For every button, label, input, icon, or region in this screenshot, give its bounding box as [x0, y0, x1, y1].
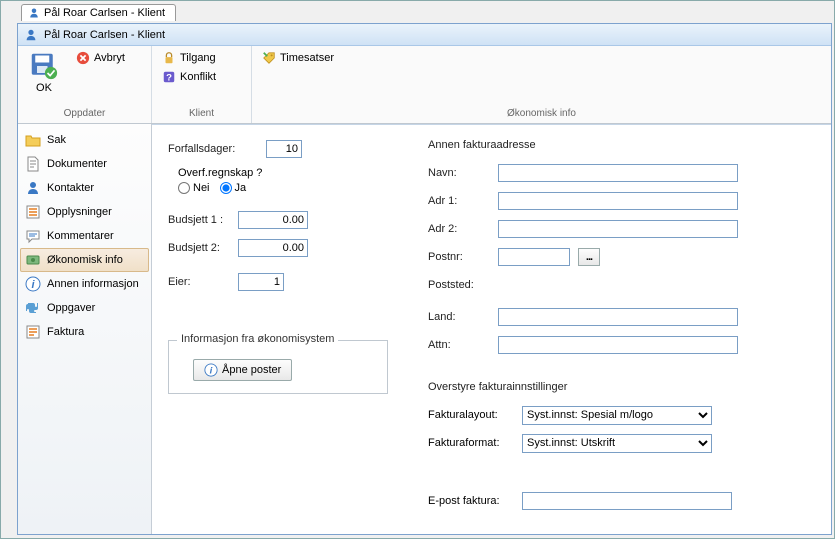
folder-icon — [25, 132, 41, 148]
navn-input[interactable] — [498, 164, 738, 182]
land-input[interactable] — [498, 308, 738, 326]
apne-poster-label: Åpne poster — [222, 364, 281, 376]
navn-label: Navn: — [428, 167, 490, 179]
overf-label: Overf.regnskap ? — [178, 167, 388, 179]
forfallsdager-input[interactable] — [266, 140, 302, 158]
save-ok-icon — [30, 52, 58, 80]
cancel-icon — [76, 51, 90, 65]
person-icon — [25, 180, 41, 196]
budsjett1-input[interactable] — [238, 211, 308, 229]
adr1-label: Adr 1: — [428, 195, 490, 207]
postnr-input[interactable] — [498, 248, 570, 266]
epost-label: E-post faktura: — [428, 495, 514, 507]
sidebar: Sak Dokumenter Kontakter Opplysninger Ko… — [18, 124, 152, 534]
postnr-picker[interactable]: ... — [578, 248, 600, 266]
person-icon — [28, 7, 40, 19]
konflikt-button[interactable]: ? Konflikt — [160, 69, 218, 85]
poststed-label: Poststed: — [428, 279, 490, 291]
overstyre-heading: Overstyre fakturainnstillinger — [428, 381, 758, 393]
budsjett1-label: Budsjett 1 : — [168, 214, 230, 226]
comment-icon — [25, 228, 41, 244]
radio-nei[interactable]: Nei — [178, 182, 210, 194]
list-icon — [25, 204, 41, 220]
sidebar-item-label: Faktura — [47, 326, 84, 338]
money-tag-icon — [262, 51, 276, 65]
tab-title: Pål Roar Carlsen - Klient — [44, 7, 165, 19]
budsjett2-label: Budsjett 2: — [168, 242, 230, 254]
attn-input[interactable] — [498, 336, 738, 354]
sidebar-item-label: Kontakter — [47, 182, 94, 194]
tilgang-label: Tilgang — [180, 52, 216, 64]
puzzle-icon — [25, 300, 41, 316]
avbryt-button[interactable]: Avbryt — [74, 50, 127, 66]
sidebar-item-label: Opplysninger — [47, 206, 112, 218]
ribbon-group-label: Økonomisk info — [252, 106, 831, 123]
sidebar-item-label: Kommentarer — [47, 230, 114, 242]
svg-text:i: i — [210, 366, 213, 377]
sidebar-item-kommentarer[interactable]: Kommentarer — [20, 224, 149, 248]
sidebar-item-faktura[interactable]: Faktura — [20, 320, 149, 344]
question-icon: ? — [162, 70, 176, 84]
postnr-label: Postnr: — [428, 251, 490, 263]
sidebar-item-opplysninger[interactable]: Opplysninger — [20, 200, 149, 224]
lock-icon — [162, 51, 176, 65]
sidebar-item-label: Økonomisk info — [47, 254, 123, 266]
sidebar-item-label: Sak — [47, 134, 66, 146]
epost-input[interactable] — [522, 492, 732, 510]
apne-poster-button[interactable]: i Åpne poster — [193, 359, 292, 381]
adr2-input[interactable] — [498, 220, 738, 238]
timesatser-label: Timesatser — [280, 52, 334, 64]
ribbon-group-label: Klient — [152, 106, 251, 123]
window-tab[interactable]: Pål Roar Carlsen - Klient — [21, 4, 176, 21]
person-icon — [24, 28, 38, 42]
adr2-label: Adr 2: — [428, 223, 490, 235]
sidebar-item-label: Dokumenter — [47, 158, 107, 170]
ok-button[interactable]: OK — [26, 50, 62, 96]
timesatser-button[interactable]: Timesatser — [260, 50, 336, 66]
eier-label: Eier: — [168, 276, 230, 288]
attn-label: Attn: — [428, 339, 490, 351]
infosys-title: Informasjon fra økonomisystem — [177, 333, 338, 345]
svg-text:?: ? — [166, 73, 172, 84]
document-icon — [25, 156, 41, 172]
sidebar-item-oppgaver[interactable]: Oppgaver — [20, 296, 149, 320]
ribbon-group-label: Oppdater — [18, 106, 151, 123]
sidebar-item-annen[interactable]: i Annen informasjon — [20, 272, 149, 296]
titlebar: Pål Roar Carlsen - Klient — [18, 24, 831, 46]
forfallsdager-label: Forfallsdager: — [168, 143, 258, 155]
fakturalayout-select[interactable]: Syst.innst: Spesial m/logo — [522, 406, 712, 425]
sidebar-item-label: Oppgaver — [47, 302, 95, 314]
sidebar-item-sak[interactable]: Sak — [20, 128, 149, 152]
land-label: Land: — [428, 311, 490, 323]
eier-input[interactable] — [238, 273, 284, 291]
info-icon: i — [204, 363, 218, 377]
avbryt-label: Avbryt — [94, 52, 125, 64]
tilgang-button[interactable]: Tilgang — [160, 50, 218, 66]
invoice-icon — [25, 324, 41, 340]
budsjett2-input[interactable] — [238, 239, 308, 257]
window-title: Pål Roar Carlsen - Klient — [44, 29, 165, 41]
sidebar-item-label: Annen informasjon — [47, 278, 139, 290]
sidebar-item-kontakter[interactable]: Kontakter — [20, 176, 149, 200]
ok-label: OK — [36, 82, 52, 94]
money-icon — [25, 252, 41, 268]
sidebar-item-dokumenter[interactable]: Dokumenter — [20, 152, 149, 176]
annen-adresse-heading: Annen fakturaadresse — [428, 139, 758, 151]
info-icon: i — [25, 276, 41, 292]
fakturaformat-select[interactable]: Syst.innst: Utskrift — [522, 434, 712, 453]
adr1-input[interactable] — [498, 192, 738, 210]
konflikt-label: Konflikt — [180, 71, 216, 83]
sidebar-item-okonomisk[interactable]: Økonomisk info — [20, 248, 149, 272]
fakturalayout-label: Fakturalayout: — [428, 409, 514, 421]
fakturaformat-label: Fakturaformat: — [428, 437, 514, 449]
radio-ja[interactable]: Ja — [220, 182, 247, 194]
